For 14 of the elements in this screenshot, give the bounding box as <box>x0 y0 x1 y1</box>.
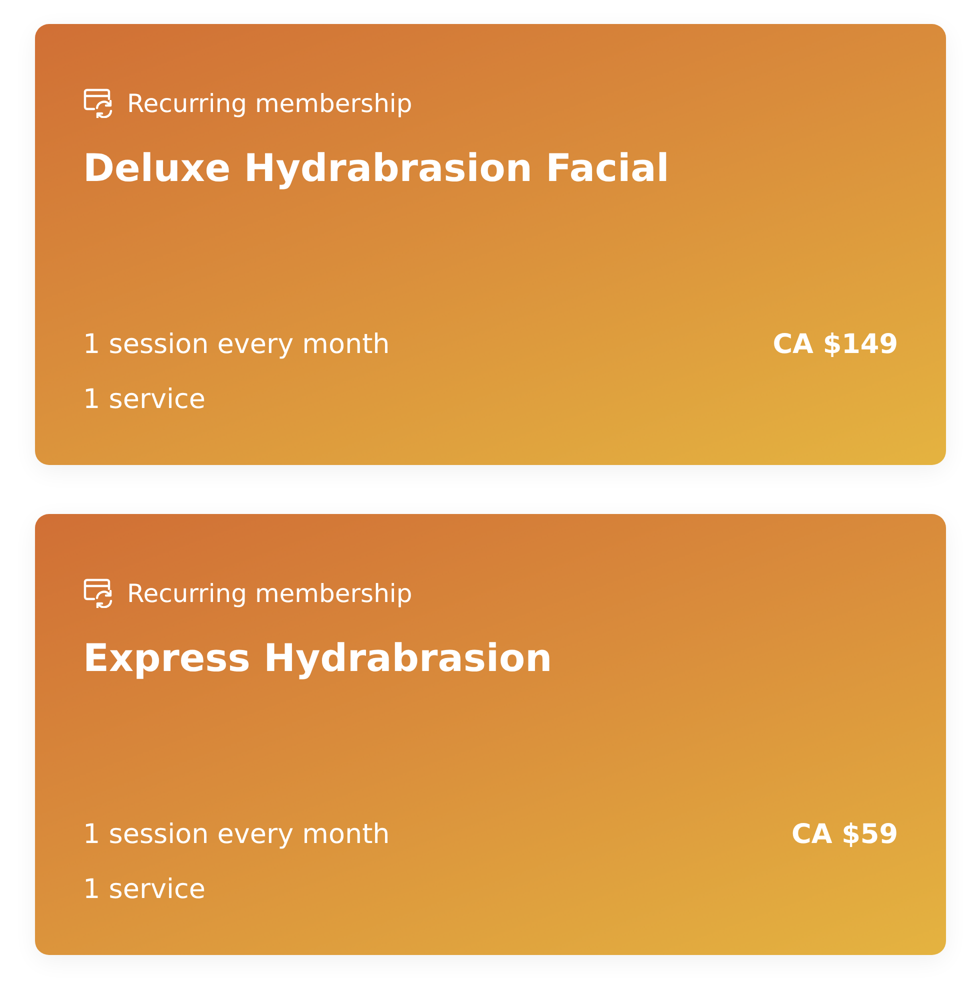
membership-price: CA $59 <box>792 819 898 850</box>
membership-type: Recurring membership <box>127 88 412 118</box>
session-frequency: 1 session every month <box>83 329 390 360</box>
membership-price: CA $149 <box>772 329 898 360</box>
membership-title: Express Hydrabrasion <box>83 636 554 680</box>
membership-title: Deluxe Hydrabrasion Facial <box>83 146 670 190</box>
membership-card[interactable]: Recurring membership Express Hydrabrasion 1 session every month CA $59 1 service <box>35 514 946 955</box>
service-count: 1 service <box>83 384 206 415</box>
service-count: 1 service <box>83 874 206 905</box>
membership-type: Recurring membership <box>127 578 412 608</box>
card-refresh-icon <box>83 578 113 608</box>
membership-card[interactable]: Recurring membership Deluxe Hydrabrasion Facial 1 session every month CA $149 1 service <box>35 24 946 465</box>
card-refresh-icon <box>83 88 113 118</box>
session-frequency: 1 session every month <box>83 819 390 850</box>
